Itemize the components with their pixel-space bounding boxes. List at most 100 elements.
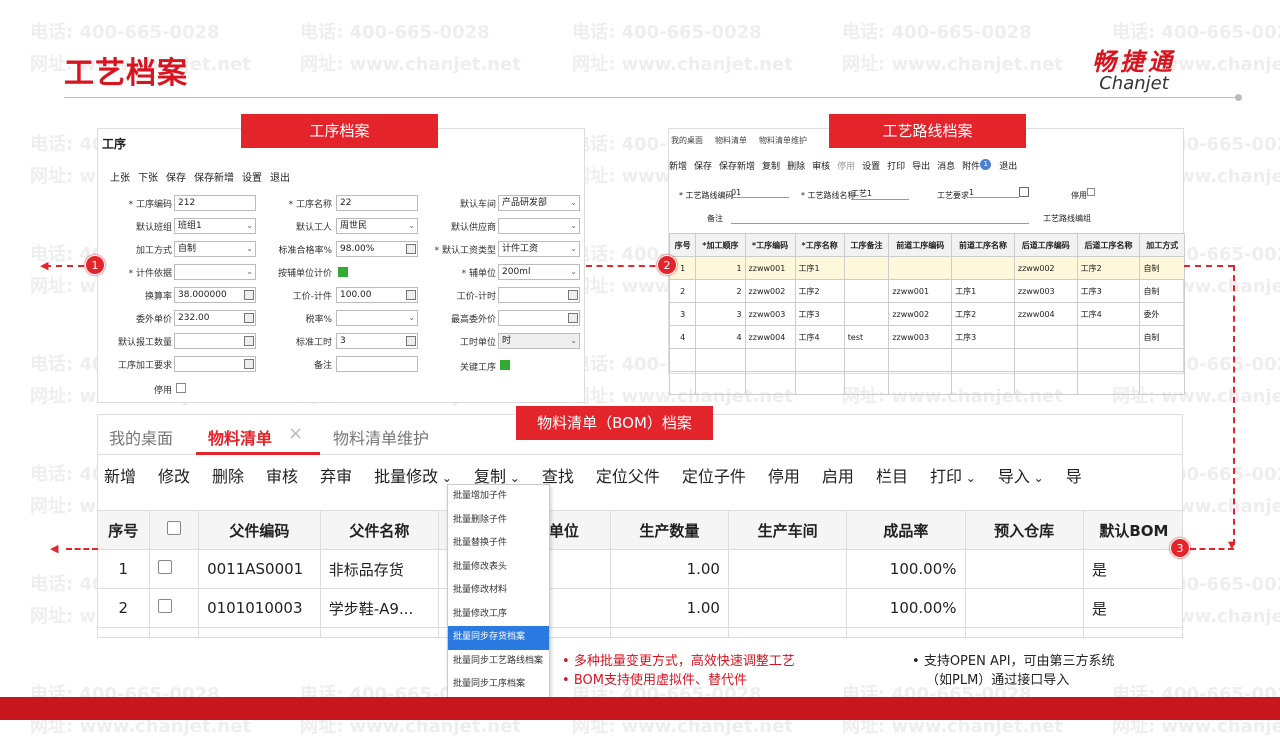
outsource-field[interactable]: 232.00: [174, 310, 256, 326]
bom-toolbar-button[interactable]: 修改: [158, 467, 190, 486]
route-col-header: 序号: [668, 233, 697, 257]
max-out-field[interactable]: [498, 310, 580, 326]
batch-menu-item[interactable]: 批量修改材料: [448, 579, 549, 603]
bom-toolbar-button[interactable]: 审核: [266, 467, 298, 486]
hours-field[interactable]: 3: [336, 333, 418, 349]
supplier-select[interactable]: ⌄: [498, 218, 580, 234]
code-field[interactable]: 212: [174, 195, 256, 211]
copy-button[interactable]: 复制: [762, 162, 780, 172]
workshop-value: 产品研发部: [502, 198, 548, 208]
bom-toolbar-button[interactable]: 弃审: [320, 467, 352, 486]
table-row[interactable]: [98, 627, 1182, 637]
table-cell: [1139, 371, 1185, 395]
batch-menu-item[interactable]: 批量同步工艺路线档案: [448, 650, 549, 674]
hour-unit-select[interactable]: 时 ⌄: [498, 333, 580, 349]
table-row[interactable]: 20101010003学步鞋-A9...1991.00100.00%是: [98, 588, 1182, 628]
batch-menu-item[interactable]: 批量删除子件: [448, 509, 549, 533]
table-row[interactable]: [668, 371, 1185, 395]
bom-toolbar-button[interactable]: 批量修改 ⌄: [374, 467, 452, 486]
close-icon[interactable]: ×: [288, 423, 303, 444]
footer-bar: [0, 697, 1280, 720]
table-row[interactable]: [668, 348, 1185, 372]
batch-menu-item[interactable]: 批量修改表头: [448, 556, 549, 580]
search-icon[interactable]: [1019, 187, 1029, 197]
select-all-checkbox[interactable]: [166, 521, 181, 535]
bom-toolbar-button[interactable]: 停用: [768, 467, 800, 486]
route-code-field[interactable]: 01: [731, 188, 789, 198]
bom-toolbar-button[interactable]: 定位父件: [596, 467, 660, 486]
bom-toolbar-button[interactable]: 删除: [212, 467, 244, 486]
bom-toolbar-button[interactable]: 定位子件: [682, 467, 746, 486]
settings-button[interactable]: 设置: [862, 162, 880, 172]
disable-button[interactable]: 停用: [837, 162, 855, 172]
bom-toolbar-button[interactable]: 栏目: [876, 467, 908, 486]
tab-bom-maintain[interactable]: 物料清单维护: [333, 425, 429, 449]
table-cell: [843, 256, 890, 280]
save-new-button[interactable]: 保存新增: [719, 162, 755, 172]
tab-bom-maintain[interactable]: 物料清单维护: [759, 136, 807, 145]
key-process-checkbox[interactable]: [500, 360, 510, 370]
batch-menu-item[interactable]: 批量增加子件: [448, 485, 549, 509]
table-row[interactable]: 2 2 zzww002 工序2 zzww001 工序1 zzww003 工序3 自制: [668, 279, 1185, 303]
rate-field[interactable]: 98.00%: [336, 241, 418, 257]
stop-checkbox[interactable]: [176, 383, 186, 393]
export-button[interactable]: 导出: [912, 162, 930, 172]
save-button[interactable]: 保存: [694, 162, 712, 172]
next-button[interactable]: 下张: [138, 173, 158, 184]
batch-menu-item[interactable]: 批量替换子件: [448, 532, 549, 556]
aux-price-checkbox[interactable]: [338, 267, 348, 277]
table-cell: zzww004: [1013, 302, 1078, 326]
save-new-button[interactable]: 保存新增: [194, 173, 234, 184]
print-button[interactable]: 打印: [887, 162, 905, 172]
add-button[interactable]: 新增: [669, 162, 687, 172]
batch-menu-item[interactable]: 批量修改工序: [448, 603, 549, 627]
exit-button[interactable]: 退出: [270, 173, 290, 184]
save-button[interactable]: 保存: [166, 173, 186, 184]
audit-button[interactable]: 审核: [812, 162, 830, 172]
worker-select[interactable]: 周世民 ⌄: [336, 218, 418, 234]
basis-select[interactable]: ⌄: [174, 264, 256, 280]
settings-button[interactable]: 设置: [242, 173, 262, 184]
piece-price-field[interactable]: 100.00: [336, 287, 418, 303]
route-stop-checkbox[interactable]: [1087, 188, 1095, 196]
req-field[interactable]: [174, 356, 256, 372]
mode-select[interactable]: 自制 ⌄: [174, 241, 256, 257]
remark-field[interactable]: [336, 356, 418, 372]
wage-type-select[interactable]: 计件工资 ⌄: [498, 241, 580, 257]
tab-bom-active[interactable]: 物料清单 ×: [196, 415, 320, 455]
bom-toolbar-button[interactable]: 启用: [822, 467, 854, 486]
team-select[interactable]: 班组1 ⌄: [174, 218, 256, 234]
batch-menu-item[interactable]: 批量同步工序档案: [448, 673, 549, 697]
batch-menu-item[interactable]: 批量同步存货档案: [448, 626, 549, 650]
aux-unit-select[interactable]: 200ml ⌄: [498, 264, 580, 280]
route-req-field[interactable]: 1: [969, 188, 1019, 198]
table-row[interactable]: 1 1 zzww001 工序1 zzww002 工序2 自制: [668, 256, 1185, 280]
attach-button[interactable]: 附件: [962, 162, 980, 172]
bom-toolbar-label: 定位子件: [681, 467, 746, 486]
message-button[interactable]: 消息: [937, 162, 955, 172]
table-row[interactable]: 10011AS0001非标品存货1S1.00100.00%是: [98, 549, 1182, 589]
tab-desktop[interactable]: 我的桌面: [109, 425, 173, 449]
bom-toolbar-button[interactable]: 导: [1066, 467, 1082, 486]
table-row[interactable]: 4 4 zzww004 工序4 test zzww003 工序3 自制: [668, 325, 1185, 349]
route-col-header: 后道工序名称: [1076, 233, 1141, 257]
route-name-field[interactable]: 工艺1: [851, 188, 909, 200]
route-remark-field[interactable]: [731, 223, 1029, 224]
prev-button[interactable]: 上张: [110, 173, 130, 184]
delete-button[interactable]: 删除: [787, 162, 805, 172]
bom-toolbar-button[interactable]: 打印 ⌄: [930, 467, 976, 486]
table-row[interactable]: 3 3 zzww003 工序3 zzww002 工序2 zzww004 工序4 委外: [668, 302, 1185, 326]
time-price-field[interactable]: [498, 287, 580, 303]
tab-desktop[interactable]: 我的桌面: [671, 136, 703, 145]
qty-field[interactable]: [174, 333, 256, 349]
name-field[interactable]: 22: [336, 195, 418, 211]
exit-button[interactable]: 退出: [999, 162, 1017, 172]
row-checkbox[interactable]: [157, 599, 172, 613]
tax-select[interactable]: ⌄: [336, 310, 418, 326]
conv-field[interactable]: 38.000000: [174, 287, 256, 303]
bom-toolbar-button[interactable]: 新增: [104, 467, 136, 486]
row-checkbox[interactable]: [157, 560, 172, 574]
bom-toolbar-button[interactable]: 导入 ⌄: [998, 467, 1044, 486]
workshop-select[interactable]: 产品研发部 ⌄: [498, 195, 580, 211]
tab-bom[interactable]: 物料清单: [715, 136, 747, 145]
